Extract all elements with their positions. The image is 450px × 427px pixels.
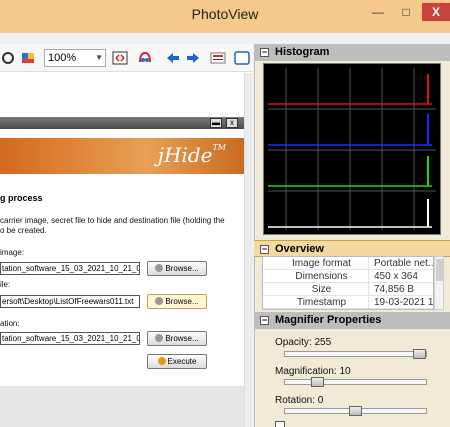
slider-thumb[interactable]: [349, 406, 362, 416]
magnifier-header[interactable]: − Magnifier Properties: [254, 312, 450, 329]
minimize-button[interactable]: —: [368, 3, 388, 21]
rotation-label: Rotation: 0: [275, 395, 324, 406]
property-key: Image format: [275, 257, 369, 270]
jhide-file-field: ersoft\Desktop\ListOfFreewars011.txt: [0, 295, 140, 308]
browse-icon: [155, 334, 164, 342]
table-row: Dimensions 450 x 364: [263, 270, 433, 283]
property-key: Timestamp: [275, 296, 369, 309]
jhide-dest-field: tation_software_15_03_2021_10_21_01.png: [0, 332, 140, 345]
zoom-select[interactable]: 100% ▼: [44, 49, 106, 67]
table-row: Image format Portable net...: [263, 257, 433, 270]
slider-thumb[interactable]: [311, 377, 324, 387]
jhide-label-dest: ation:: [0, 319, 20, 328]
jhide-minimize-icon: ▬: [210, 118, 222, 128]
property-value: 74,856 B: [374, 284, 415, 295]
browse-icon: [155, 264, 164, 272]
color-icon[interactable]: [20, 50, 36, 66]
histogram-svg: [268, 68, 436, 230]
property-value: Portable net...: [374, 258, 433, 269]
jhide-logo: jHideTM: [157, 143, 226, 167]
jhide-title-bar: [0, 117, 244, 129]
jhide-label-file: ile:: [0, 280, 11, 289]
magnification-slider[interactable]: [284, 377, 427, 387]
browse-icon: [155, 297, 164, 305]
magnifier-checkbox[interactable]: [275, 421, 285, 427]
jhide-banner: jHideTM: [0, 138, 244, 174]
jhide-execute-button: Execute: [147, 354, 207, 369]
collapse-icon[interactable]: −: [260, 245, 269, 254]
exif-icon[interactable]: [210, 50, 226, 66]
execute-icon: [157, 357, 166, 365]
scroll-thumb[interactable]: [436, 259, 443, 281]
jhide-browse-file-button: Browse...: [147, 294, 207, 309]
panel-icon[interactable]: [234, 50, 250, 66]
histogram-header[interactable]: − Histogram: [254, 44, 450, 61]
slider-thumb[interactable]: [413, 349, 426, 359]
collapse-icon[interactable]: −: [260, 316, 269, 325]
vertical-scrollbar[interactable]: [244, 73, 253, 427]
collapse-icon[interactable]: −: [260, 48, 269, 57]
rotation-slider[interactable]: [284, 406, 427, 416]
jhide-description-line1: carrier image, secret file to hide and d…: [0, 216, 225, 225]
rotate-icon[interactable]: [0, 50, 16, 66]
magnification-label: Magnification: 10: [275, 366, 351, 377]
title-bar: PhotoView — □ X: [0, 0, 450, 33]
zoom-value: 100%: [48, 52, 77, 64]
forward-icon[interactable]: [185, 50, 201, 66]
jhide-label-image: image:: [0, 248, 25, 257]
jhide-heading: g process: [0, 193, 43, 203]
overview-header[interactable]: − Overview: [254, 240, 450, 257]
jhide-description-line2: o be created.: [0, 226, 47, 235]
jhide-body: [0, 174, 244, 386]
opacity-label: Opacity: 255: [275, 337, 332, 348]
table-row: Size 74,856 B: [263, 283, 433, 296]
property-key: Size: [275, 283, 369, 296]
property-value: 19-03-2021 1...: [374, 297, 433, 308]
close-button[interactable]: X: [422, 3, 450, 21]
opacity-slider[interactable]: [284, 349, 427, 359]
toolbar: 100% ▼: [0, 44, 253, 72]
overview-table: Image format Portable net... Dimensions …: [262, 256, 434, 310]
jhide-close-icon: x: [226, 118, 238, 128]
property-key: Dimensions: [275, 270, 369, 283]
jhide-browse-image-button: Browse...: [147, 261, 207, 276]
image-bottom-area: [0, 386, 244, 427]
back-icon[interactable]: [165, 50, 181, 66]
jhide-browse-dest-button: Browse...: [147, 331, 207, 346]
histogram-chart: [263, 63, 441, 235]
property-value: 450 x 364: [374, 271, 418, 282]
eyes-icon[interactable]: [137, 50, 153, 66]
chevron-down-icon: ▼: [95, 53, 103, 62]
jhide-image-field: tation_software_15_03_2021_10_21_01.png: [0, 262, 140, 275]
fit-icon[interactable]: [112, 50, 128, 66]
maximize-button[interactable]: □: [396, 3, 416, 21]
overview-scrollbar[interactable]: [434, 256, 444, 310]
table-row: Timestamp 19-03-2021 1...: [263, 296, 433, 309]
